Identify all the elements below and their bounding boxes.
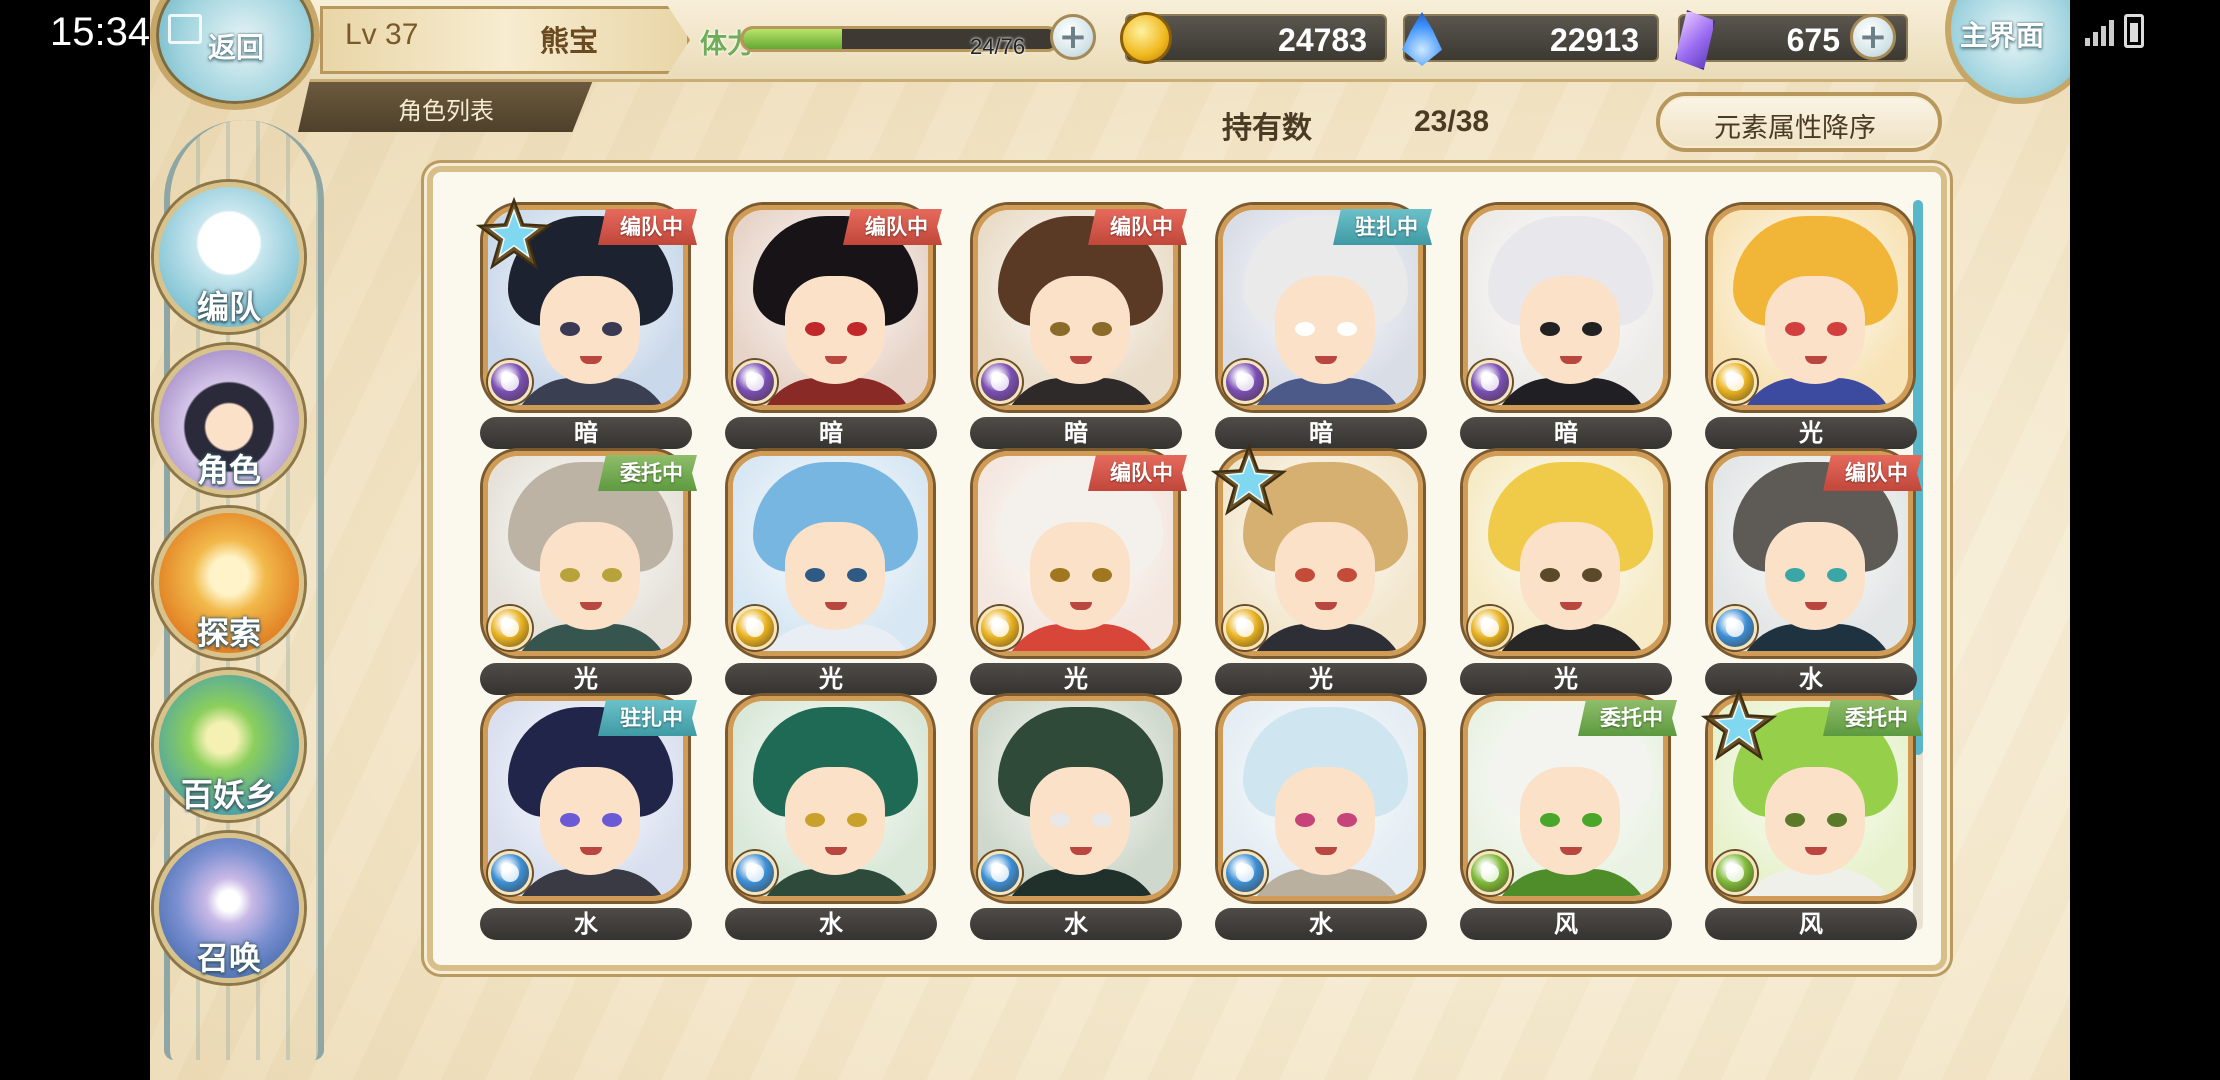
character-status-tag: 编队中 [598,209,697,245]
add-stamina-button[interactable]: + [1050,14,1096,60]
gem-value: 22913 [1550,22,1639,58]
element-badge-icon [733,360,777,404]
stamina-fill [743,29,843,49]
element-badge-icon [1713,360,1757,404]
element-badge-icon [1468,360,1512,404]
star-rank-icon [1210,442,1288,519]
element-badge-icon [1223,606,1267,650]
character-status-tag: 编队中 [1088,209,1187,245]
character-card[interactable]: 编队中光 [970,451,1187,696]
character-element-label: 光 [1460,663,1672,695]
nav-team[interactable]: 编队 [154,182,304,332]
battery-icon [2124,14,2144,48]
element-badge-icon [1713,606,1757,650]
owned-count-value: 23/38 [1414,105,1490,138]
nav-explore[interactable]: 探索 [154,508,304,658]
element-badge-icon [488,606,532,650]
character-element-label: 暗 [970,417,1182,449]
nav-character-label: 角色 [196,451,261,489]
character-status-tag: 委托中 [1823,700,1922,736]
character-card[interactable]: 编队中暗 [475,196,697,450]
character-status-tag: 委托中 [598,455,697,491]
back-icon [168,14,202,44]
element-badge-icon [1468,606,1512,650]
back-label[interactable]: 返回 [208,26,264,66]
signal-icon [2085,16,2114,46]
system-status-icons [2085,14,2144,48]
game-screen: 返回 Lv 37 熊宝 角色列表 体力 24/76 + 24783 22913 … [150,0,2070,1080]
character-element-label: 水 [480,908,692,940]
character-element-label: 水 [1215,908,1427,940]
character-card[interactable]: 编队中暗 [725,205,942,450]
character-element-label: 风 [1460,908,1672,940]
character-status-tag: 编队中 [1088,455,1187,491]
character-status-tag: 驻扎中 [1333,209,1432,245]
character-card[interactable]: 光 [1210,442,1430,696]
character-element-label: 光 [480,663,692,695]
character-element-label: 光 [970,663,1182,695]
character-element-label: 暗 [480,417,692,449]
nav-village[interactable]: 百妖乡 [154,670,304,820]
character-status-tag: 编队中 [843,209,942,245]
character-status-tag: 编队中 [1823,455,1922,491]
element-badge-icon [733,851,777,895]
gold-value: 24783 [1278,22,1367,58]
character-element-label: 光 [725,663,937,695]
character-status-tag: 委托中 [1578,700,1677,736]
element-badge-icon [1223,360,1267,404]
player-name: 熊宝 [540,24,599,58]
character-element-label: 暗 [725,417,937,449]
nav-team-label: 编队 [196,288,261,326]
character-element-label: 水 [725,908,937,940]
crystal-value: 675 [1786,22,1840,58]
character-card[interactable]: 编队中暗 [970,205,1187,450]
character-element-label: 水 [970,908,1182,940]
character-card[interactable]: 光 [1705,205,1920,450]
character-status-tag: 驻扎中 [598,700,697,736]
character-card[interactable]: 水 [1215,696,1430,941]
element-badge-icon [978,360,1022,404]
character-card[interactable]: 水 [725,696,940,941]
owned-count-label: 持有数 [1222,111,1312,146]
element-badge-icon [978,606,1022,650]
character-card[interactable]: 暗 [1460,205,1675,450]
element-badge-icon [488,851,532,895]
character-card[interactable]: 光 [1460,451,1675,696]
element-badge-icon [1713,851,1757,895]
character-element-label: 暗 [1460,417,1672,449]
character-element-label: 光 [1215,663,1427,695]
element-badge-icon [1468,851,1512,895]
sort-button-label[interactable]: 元素属性降序 [1714,106,1876,145]
element-badge-icon [488,360,532,404]
player-level: Lv 37 [345,18,419,51]
character-element-label: 光 [1705,417,1917,449]
character-card[interactable]: 编队中水 [1705,451,1922,696]
gold-coin-icon [1120,12,1172,64]
gem-counter: 22913 [1403,14,1659,62]
add-crystal-button[interactable]: + [1850,14,1896,60]
nav-explore-label: 探索 [196,614,261,652]
status-time: 15:34 [50,10,151,54]
nav-village-label: 百妖乡 [180,776,277,814]
stamina-value: 24/76 [970,34,1026,59]
nav-summon-label: 召唤 [196,939,261,977]
character-card[interactable]: 委托中风 [1460,696,1677,941]
main-screen-label[interactable]: 主界面 [1960,14,2044,54]
section-tab-label: 角色列表 [398,97,494,125]
element-badge-icon [978,851,1022,895]
character-card[interactable]: 驻扎中水 [480,696,697,941]
star-rank-icon [475,196,553,273]
character-card[interactable]: 光 [725,451,940,696]
character-card[interactable]: 委托中风 [1700,687,1922,941]
star-rank-icon [1700,687,1778,764]
character-element-label: 风 [1705,908,1917,940]
character-card[interactable]: 委托中光 [480,451,697,696]
character-card[interactable]: 驻扎中暗 [1215,205,1432,450]
character-card[interactable]: 水 [970,696,1185,941]
element-badge-icon [1223,851,1267,895]
element-badge-icon [733,606,777,650]
nav-character[interactable]: 角色 [154,345,304,495]
nav-summon[interactable]: 召唤 [154,833,304,983]
